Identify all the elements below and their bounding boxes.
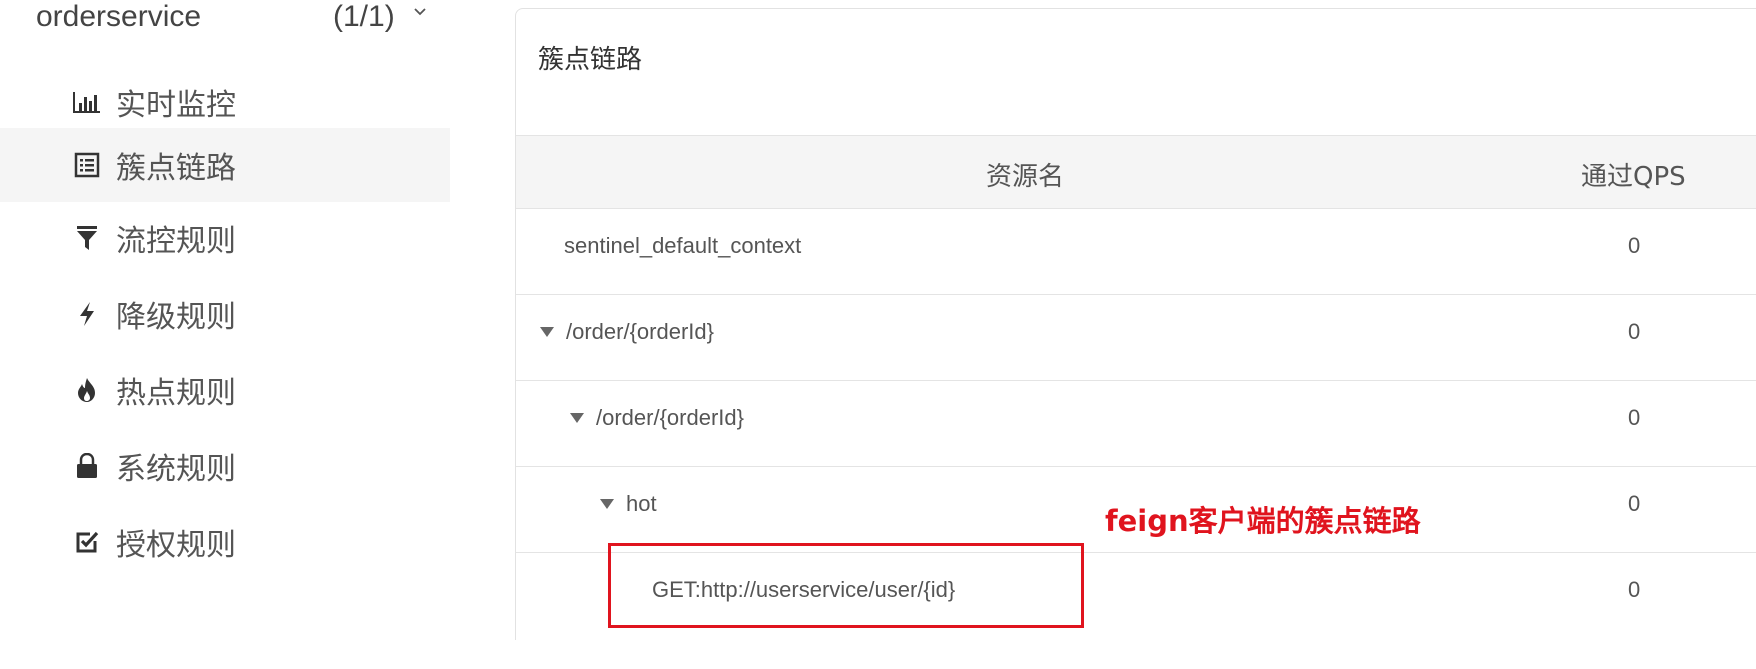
pass-qps-value: 0 <box>1628 233 1641 258</box>
app-instance-count: (1/1) <box>333 0 395 33</box>
table-row[interactable]: sentinel_default_context 0 <box>516 209 1756 295</box>
sidebar-item-flow-rules[interactable]: 流控规则 <box>0 196 450 280</box>
app-selector[interactable]: orderservice (1/1) <box>0 0 450 60</box>
sidebar-item-label: 簇点链路 <box>116 151 236 186</box>
column-header-qps[interactable]: 通过QPS <box>1581 156 1686 193</box>
resource-name: hot <box>626 491 657 516</box>
fire-icon <box>70 373 104 407</box>
pass-qps-value: 0 <box>1628 319 1641 344</box>
chevron-down-icon <box>414 8 426 16</box>
expand-caret-icon[interactable] <box>600 499 614 509</box>
filter-icon <box>70 221 104 255</box>
resource-name: /order/{orderId} <box>596 405 744 430</box>
sidebar-item-hot-rules[interactable]: 热点规则 <box>0 348 450 432</box>
list-icon <box>70 148 104 182</box>
sidebar: orderservice (1/1) 实时监控 簇点链路 流控规则 降级规则 热… <box>0 0 450 640</box>
resource-name: sentinel_default_context <box>564 233 802 258</box>
panel-title: 簇点链路 <box>538 45 643 75</box>
sidebar-item-label: 降级规则 <box>116 300 236 335</box>
expand-caret-icon[interactable] <box>540 327 554 337</box>
pass-qps-value: 0 <box>1628 405 1641 430</box>
bar-chart-icon <box>70 85 104 119</box>
table-row[interactable]: /order/{orderId} 0 <box>516 295 1756 381</box>
table-row[interactable]: /order/{orderId} 0 <box>516 381 1756 467</box>
annotation-highlight-box <box>608 543 1084 628</box>
pass-qps-value: 0 <box>1628 577 1641 602</box>
column-header-resource[interactable]: 资源名 <box>986 156 1064 193</box>
sidebar-item-label: 流控规则 <box>116 224 236 259</box>
expand-caret-icon[interactable] <box>570 413 584 423</box>
app-name: orderservice <box>36 0 202 33</box>
annotation-label: feign客户端的簇点链路 <box>1105 504 1421 538</box>
resource-name: /order/{orderId} <box>566 319 714 344</box>
sidebar-item-label: 热点规则 <box>116 376 236 411</box>
sidebar-item-label: 系统规则 <box>116 452 236 487</box>
sidebar-item-auth-rules[interactable]: 授权规则 <box>0 500 450 584</box>
sidebar-item-system-rules[interactable]: 系统规则 <box>0 424 450 508</box>
table-header: 资源名 通过QPS <box>516 135 1756 209</box>
sidebar-item-cluster-chain[interactable]: 簇点链路 <box>0 128 450 202</box>
check-square-icon <box>70 525 104 559</box>
lock-icon <box>70 449 104 483</box>
pass-qps-value: 0 <box>1628 491 1641 516</box>
sidebar-item-label: 实时监控 <box>116 88 236 123</box>
sidebar-item-label: 授权规则 <box>116 528 236 563</box>
sidebar-item-degrade-rules[interactable]: 降级规则 <box>0 272 450 356</box>
lightning-icon <box>70 297 104 331</box>
